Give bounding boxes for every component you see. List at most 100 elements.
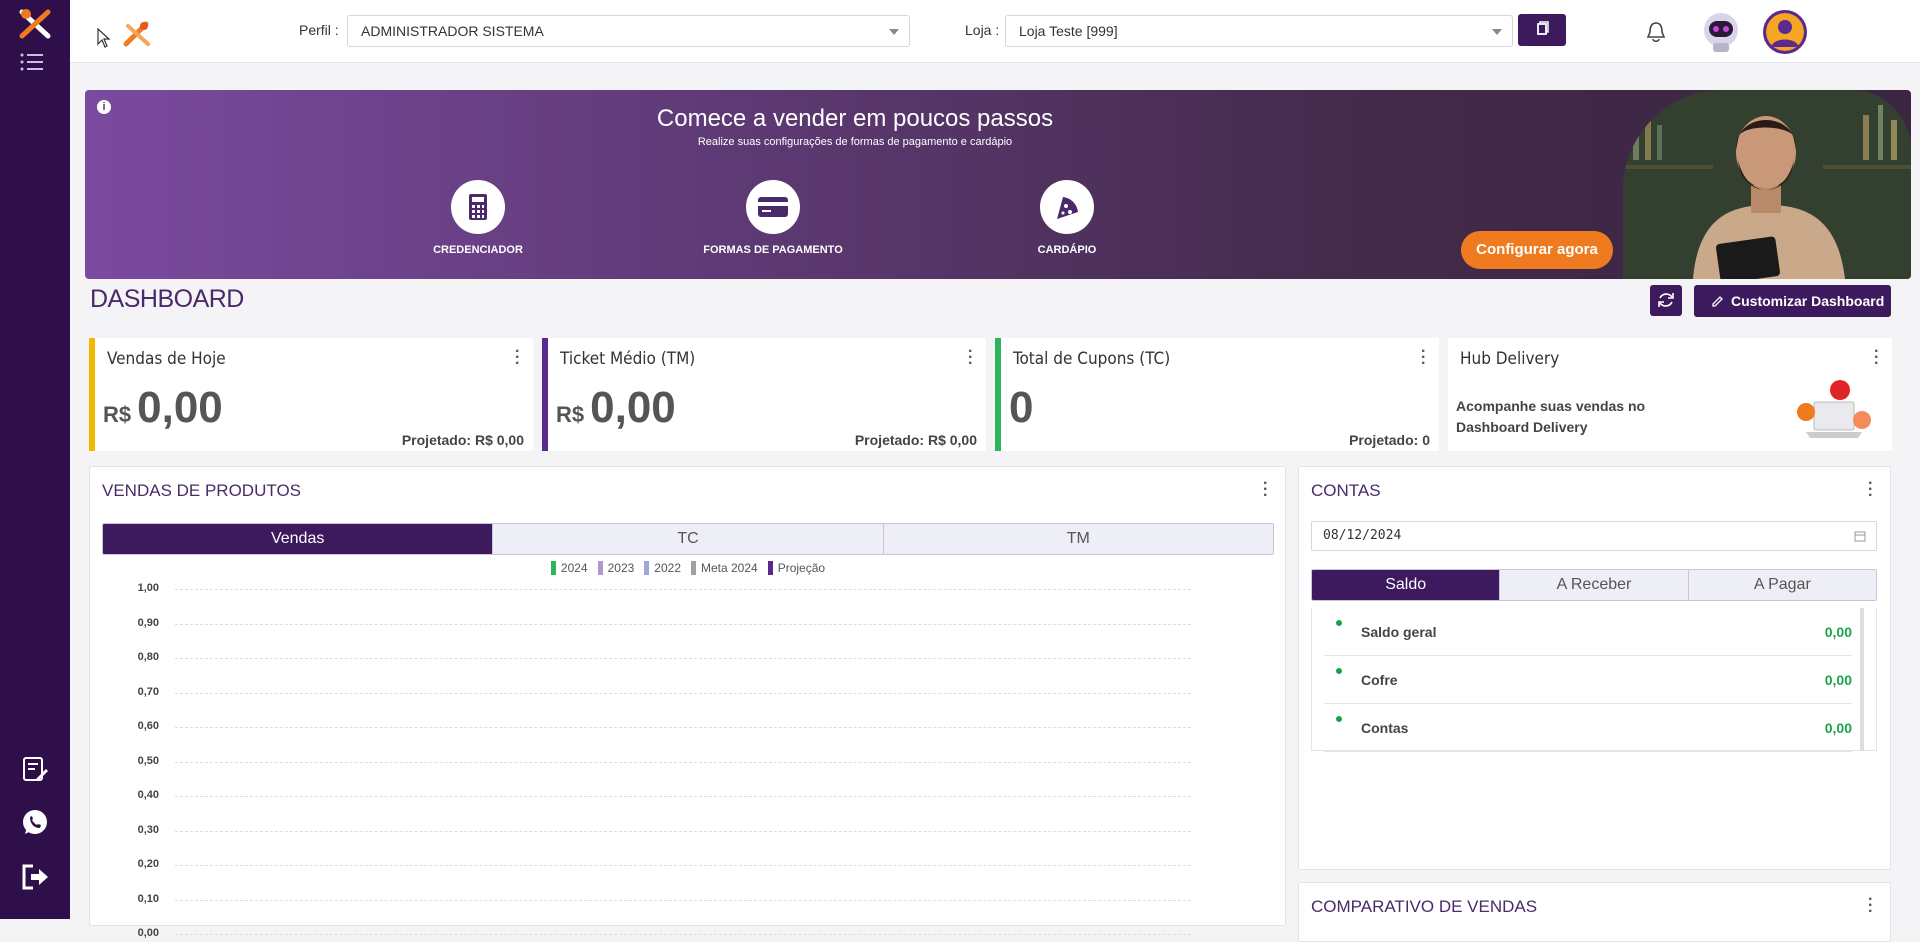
menu-list-icon[interactable] [20, 52, 44, 72]
pizza-icon [1057, 197, 1078, 219]
brand-logo-icon[interactable] [18, 8, 52, 40]
card-title: Hub Delivery [1460, 349, 1560, 369]
account-name: Cofre [1361, 672, 1398, 688]
hub-delivery-card[interactable]: Hub Delivery · · · Acompanhe suas vendas n… [1448, 338, 1892, 451]
status-dot [1336, 716, 1342, 722]
loja-select[interactable]: Loja Teste [999] [1005, 15, 1513, 47]
user-avatar[interactable] [1763, 10, 1807, 54]
grid-line [175, 727, 1191, 728]
kebab-menu-icon[interactable]: · · · [515, 344, 520, 372]
panel-title: COMPARATIVO DE VENDAS [1311, 897, 1538, 916]
calendar-icon[interactable] [1854, 530, 1866, 542]
tab-a-pagar[interactable]: A Pagar [1688, 570, 1876, 600]
y-tick-label: 0,70 [137, 685, 159, 698]
loja-label: Loja : [965, 22, 1000, 38]
status-dot [1336, 668, 1342, 674]
delivery-laptop-icon [1797, 380, 1871, 438]
configure-now-button[interactable]: Configurar agora [1461, 231, 1613, 269]
main-content: i Comece a vender em poucos passos Reali… [70, 63, 1920, 942]
kebab-menu-icon[interactable]: · · · [968, 344, 973, 372]
scrollbar[interactable] [1860, 608, 1864, 751]
grid-line [175, 658, 1191, 659]
whatsapp-icon[interactable] [19, 806, 51, 838]
grid-line [175, 761, 1191, 763]
panel-title: CONTAS [1311, 481, 1381, 500]
kebab-menu-icon[interactable]: · · · [1421, 344, 1426, 372]
kebab-menu-icon[interactable]: · · · [1874, 344, 1879, 372]
chevron-down-icon [1492, 29, 1502, 35]
grid-line [175, 623, 1191, 625]
man-with-tablet-image [1623, 90, 1911, 279]
calculator-icon [469, 194, 487, 220]
perfil-label: Perfil : [299, 22, 339, 38]
kpi-card-vendas-hoje: Vendas de Hoje · · · R$ 0,00 Projetado: R$ … [89, 338, 533, 451]
card-projected: Projetado: 0 [1349, 432, 1430, 448]
y-tick-label: 0,20 [137, 858, 159, 870]
credit-card-icon [758, 197, 788, 217]
grid-line [175, 830, 1191, 832]
account-name: Contas [1361, 720, 1409, 736]
banner-subtitle: Realize suas configurações de formas de … [697, 136, 1013, 148]
onboarding-banner: i Comece a vender em poucos passos Reali… [85, 90, 1911, 279]
grid-line [175, 796, 1191, 797]
y-tick-label: 0,80 [137, 651, 159, 663]
legend-item[interactable]: Meta 2024 [691, 561, 758, 575]
tab-saldo[interactable]: Saldo [1312, 570, 1501, 600]
refresh-button[interactable] [1650, 285, 1682, 316]
card-title: Vendas de Hoje [107, 349, 226, 369]
document-edit-icon[interactable] [19, 753, 51, 785]
bell-icon[interactable] [1646, 20, 1666, 44]
loja-select-value: Loja Teste [999] [1019, 23, 1118, 39]
customize-dashboard-button[interactable]: Customizar Dashboard [1694, 285, 1891, 317]
contas-panel: CONTAS · · · 08/12/2024 Saldo A Receber A … [1298, 466, 1891, 870]
y-tick-label: 0,90 [137, 616, 159, 629]
perfil-select[interactable]: ADMINISTRADOR SISTEMA [347, 15, 910, 47]
account-value: 0,00 [1824, 624, 1852, 640]
chevron-down-icon [889, 29, 899, 35]
tab-a-receber[interactable]: A Receber [1500, 570, 1689, 600]
status-dot [1336, 620, 1342, 626]
robot-assistant-icon[interactable] [1700, 10, 1742, 54]
card-value: R$ 0,00 [556, 383, 676, 432]
card-value: R$ 0,00 [103, 383, 223, 432]
y-tick-label: 0,60 [137, 720, 159, 732]
y-tick-label: 0,30 [137, 823, 159, 836]
page-title: DASHBOARD [90, 285, 244, 313]
account-value: 0,00 [1824, 672, 1852, 688]
grid-line [175, 934, 1191, 935]
banner-photo [1623, 90, 1911, 279]
step-formas-de-pagamento[interactable]: FORMAS DE PAGAMENTO [683, 180, 863, 256]
tab-tm[interactable]: TM [883, 524, 1273, 554]
vendas-produtos-panel: VENDAS DE PRODUTOS · · · Vendas TC TM 2024… [89, 466, 1286, 939]
customize-dashboard-label: Customizar Dashboard [1731, 293, 1885, 309]
legend-item[interactable]: Projeção [767, 561, 825, 575]
accent-bar [995, 338, 1001, 451]
account-name: Saldo geral [1361, 624, 1437, 640]
legend-item[interactable]: 2022 [644, 561, 681, 575]
y-tick-label: 0,00 [137, 927, 159, 939]
card-title: Ticket Médio (TM) [560, 349, 696, 369]
date-input[interactable]: 08/12/2024 [1311, 521, 1877, 551]
y-tick-label: 1,00 [137, 582, 159, 594]
legend-item[interactable]: 2024 [550, 561, 588, 575]
refresh-icon [1658, 293, 1674, 307]
grid-line [175, 589, 1191, 590]
y-tick-label: 0,10 [137, 892, 159, 905]
kebab-menu-icon[interactable]: · · · [1868, 476, 1873, 504]
kebab-menu-icon[interactable]: · · · [1868, 892, 1873, 920]
step-credenciador[interactable]: CREDENCIADOR [388, 180, 568, 256]
legend-item[interactable]: 2023 [597, 561, 634, 575]
brand-logo-icon[interactable] [122, 20, 152, 48]
sidebar [0, 0, 70, 919]
kebab-menu-icon[interactable]: · · · [1263, 476, 1268, 504]
perfil-select-value: ADMINISTRADOR SISTEMA [361, 23, 544, 39]
tab-tc[interactable]: TC [493, 524, 884, 554]
card-title: Total de Cupons (TC) [1013, 349, 1171, 369]
copy-button[interactable] [1518, 14, 1566, 46]
logout-icon[interactable] [19, 861, 51, 893]
step-cardapio[interactable]: CARDÁPIO [977, 180, 1157, 256]
grid-line [175, 899, 1191, 901]
vendas-tabs: Vendas TC TM [102, 523, 1274, 555]
kpi-card-ticket-medio: Ticket Médio (TM) · · · R$ 0,00 Projetado: … [542, 338, 986, 451]
tab-vendas[interactable]: Vendas [103, 524, 494, 554]
